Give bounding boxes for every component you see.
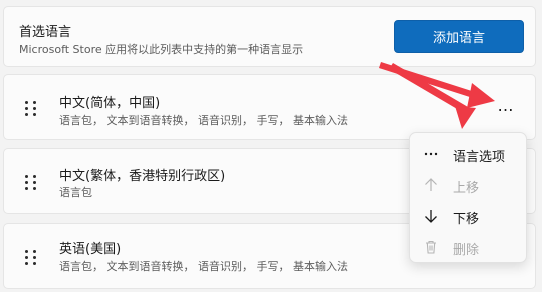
arrow-down-icon [423,208,439,224]
add-language-button[interactable]: 添加语言 [394,20,524,53]
menu-item-label: 删除 [453,243,480,258]
preferred-language-title: 首选语言 [19,25,72,40]
more-icon [423,146,439,162]
language-name: 英语(美国) [59,242,122,257]
language-name: 中文(简体，中国) [59,96,161,111]
menu-item-label: 语言选项 [453,150,506,165]
trash-icon [423,239,439,255]
language-name: 中文(繁体，香港特别行政区) [59,169,226,184]
menu-item-label: 下移 [453,212,480,227]
preferred-language-description: Microsoft Store 应用将以此列表中支持的第一种语言显示 [19,43,304,56]
language-features: 语言包， 文本到语音转换， 语音识别， 手写， 基本输入法 [59,114,348,127]
menu-item-move-down[interactable]: 下移 [410,202,526,230]
language-context-menu: 语言选项 上移 下移 删除 [409,132,527,263]
menu-item-delete: 删除 [410,233,526,261]
drag-handle-icon[interactable] [25,101,37,117]
drag-handle-icon[interactable] [25,250,37,266]
drag-handle-icon[interactable] [25,175,37,191]
more-options-button[interactable]: … [493,98,519,115]
menu-item-language-options[interactable]: 语言选项 [410,140,526,168]
language-features: 语言包， 文本到语音转换， 语音识别， 手写， 基本输入法 [59,260,348,273]
language-features: 语言包 [59,186,92,199]
menu-item-move-up: 上移 [410,171,526,199]
preferred-language-card: 首选语言 Microsoft Store 应用将以此列表中支持的第一种语言显示 … [3,6,536,67]
language-row[interactable]: 中文(简体，中国) 语言包， 文本到语音转换， 语音识别， 手写， 基本输入法 … [3,74,536,140]
menu-item-label: 上移 [453,181,480,196]
arrow-up-icon [423,177,439,193]
